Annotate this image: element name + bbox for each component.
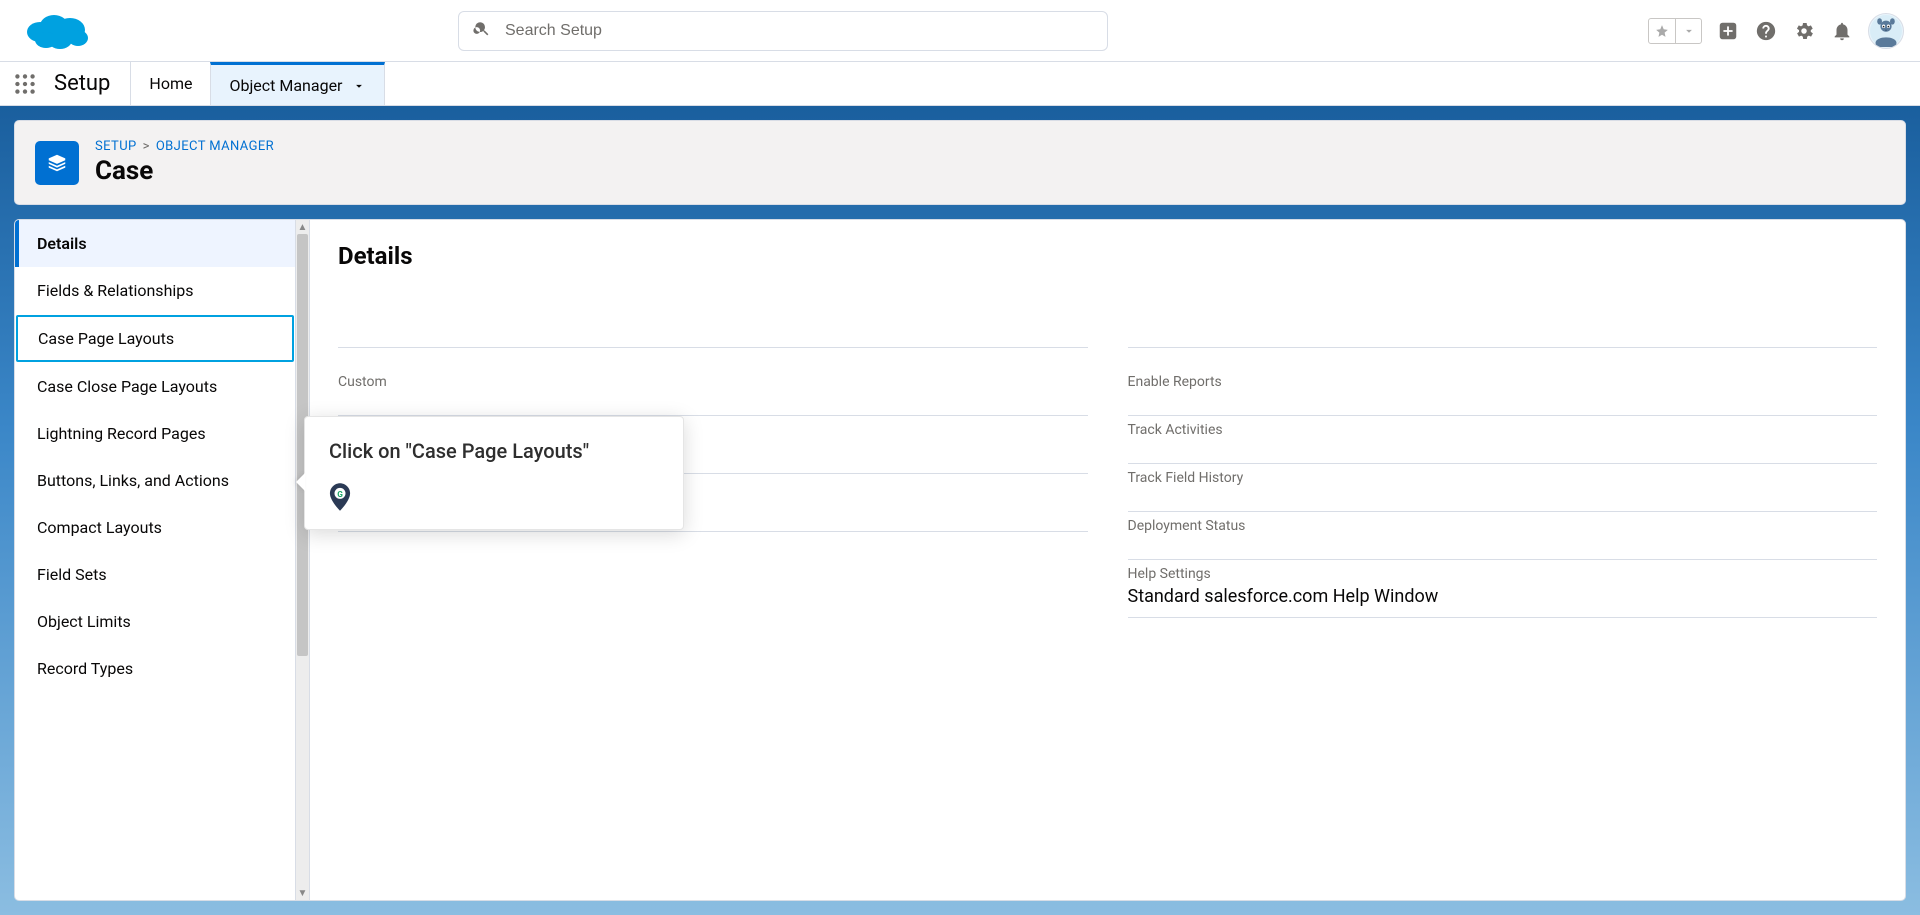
breadcrumb-current[interactable]: OBJECT MANAGER xyxy=(156,139,274,154)
scroll-up-icon[interactable]: ▲ xyxy=(296,220,309,234)
search-icon xyxy=(473,20,491,42)
nav-app-title: Setup xyxy=(50,62,130,105)
add-icon[interactable] xyxy=(1716,19,1740,43)
sidebar-item-compact-layouts[interactable]: Compact Layouts xyxy=(15,504,295,551)
object-icon xyxy=(35,141,79,185)
pin-icon: G xyxy=(329,483,659,511)
field-deployment-status: Deployment Status xyxy=(1128,512,1878,560)
bell-icon[interactable] xyxy=(1830,19,1854,43)
gear-icon[interactable] xyxy=(1792,19,1816,43)
sidebar-item-label: Record Types xyxy=(37,659,133,678)
favorites-menu[interactable] xyxy=(1648,18,1702,44)
sidebar-item-case-close-page-layouts[interactable]: Case Close Page Layouts xyxy=(15,363,295,410)
sidebar-item-object-limits[interactable]: Object Limits xyxy=(15,598,295,645)
sidebar-item-record-types[interactable]: Record Types xyxy=(15,645,295,692)
field-value: Standard salesforce.com Help Window xyxy=(1128,586,1878,607)
star-icon[interactable] xyxy=(1649,19,1675,43)
sidebar-item-label: Buttons, Links, and Actions xyxy=(37,471,229,490)
field-label: Enable Reports xyxy=(1128,374,1878,390)
page-body: SETUP > OBJECT MANAGER Case Details Fiel… xyxy=(0,106,1920,915)
search-input[interactable] xyxy=(505,22,1093,40)
scroll-down-icon[interactable]: ▼ xyxy=(296,886,309,900)
global-search[interactable] xyxy=(458,11,1108,51)
help-icon[interactable] xyxy=(1754,19,1778,43)
sidebar-item-label: Lightning Record Pages xyxy=(37,424,206,443)
nav-tab-label: Home xyxy=(149,74,192,93)
nav-tab-object-manager[interactable]: Object Manager xyxy=(210,62,385,105)
sidebar-item-label: Fields & Relationships xyxy=(37,281,194,300)
sidebar-item-label: Case Close Page Layouts xyxy=(37,377,217,396)
svg-text:G: G xyxy=(337,490,343,500)
sidebar-item-label: Object Limits xyxy=(37,612,131,631)
sidebar-item-label: Field Sets xyxy=(37,565,107,584)
field-divider xyxy=(338,300,1088,348)
sidebar-scrollbar[interactable]: ▲ ▼ xyxy=(295,220,309,900)
salesforce-logo xyxy=(24,8,92,54)
field-divider xyxy=(1128,300,1878,348)
details-title: Details xyxy=(338,242,1877,270)
chevron-down-icon[interactable] xyxy=(1675,19,1701,43)
field-track-activities: Track Activities xyxy=(1128,416,1878,464)
sidebar-item-fields[interactable]: Fields & Relationships xyxy=(15,267,295,314)
field-label: Help Settings xyxy=(1128,566,1878,582)
nav-tab-home[interactable]: Home xyxy=(130,62,210,105)
sidebar-item-label: Details xyxy=(37,234,87,253)
page-header: SETUP > OBJECT MANAGER Case xyxy=(14,120,1906,205)
global-header xyxy=(0,0,1920,62)
sidebar-item-label: Case Page Layouts xyxy=(38,329,174,348)
user-avatar[interactable] xyxy=(1868,13,1904,49)
breadcrumb-root[interactable]: SETUP xyxy=(95,139,137,154)
field-enable-reports: Enable Reports xyxy=(1128,368,1878,416)
field-track-field-history: Track Field History xyxy=(1128,464,1878,512)
tooltip-text: Click on "Case Page Layouts" xyxy=(329,439,659,463)
app-launcher-icon[interactable] xyxy=(0,62,50,105)
sidebar-item-buttons-links-actions[interactable]: Buttons, Links, and Actions xyxy=(15,457,295,504)
guide-tooltip: Click on "Case Page Layouts" G xyxy=(304,416,684,530)
field-label: Custom xyxy=(338,374,1088,390)
header-actions xyxy=(1648,13,1904,49)
field-label: Deployment Status xyxy=(1128,518,1878,534)
field-custom: Custom xyxy=(338,368,1088,416)
breadcrumb: SETUP > OBJECT MANAGER xyxy=(95,139,274,154)
nav-tab-label: Object Manager xyxy=(229,76,342,95)
nav-bar: Setup Home Object Manager xyxy=(0,62,1920,106)
field-label: Track Activities xyxy=(1128,422,1878,438)
sidebar-item-case-page-layouts[interactable]: Case Page Layouts xyxy=(16,315,294,362)
sidebar-item-details[interactable]: Details xyxy=(15,220,295,267)
field-help-settings: Help Settings Standard salesforce.com He… xyxy=(1128,560,1878,618)
sidebar-item-label: Compact Layouts xyxy=(37,518,162,537)
details-panel: Details Custom Singular Label Case Plura… xyxy=(310,219,1906,901)
chevron-down-icon[interactable] xyxy=(352,78,366,92)
sidebar: Details Fields & Relationships Case Page… xyxy=(14,219,310,901)
page-title: Case xyxy=(95,156,274,186)
sidebar-item-field-sets[interactable]: Field Sets xyxy=(15,551,295,598)
chevron-right-icon: > xyxy=(143,139,150,154)
field-label: Track Field History xyxy=(1128,470,1878,486)
sidebar-item-lightning-record-pages[interactable]: Lightning Record Pages xyxy=(15,410,295,457)
